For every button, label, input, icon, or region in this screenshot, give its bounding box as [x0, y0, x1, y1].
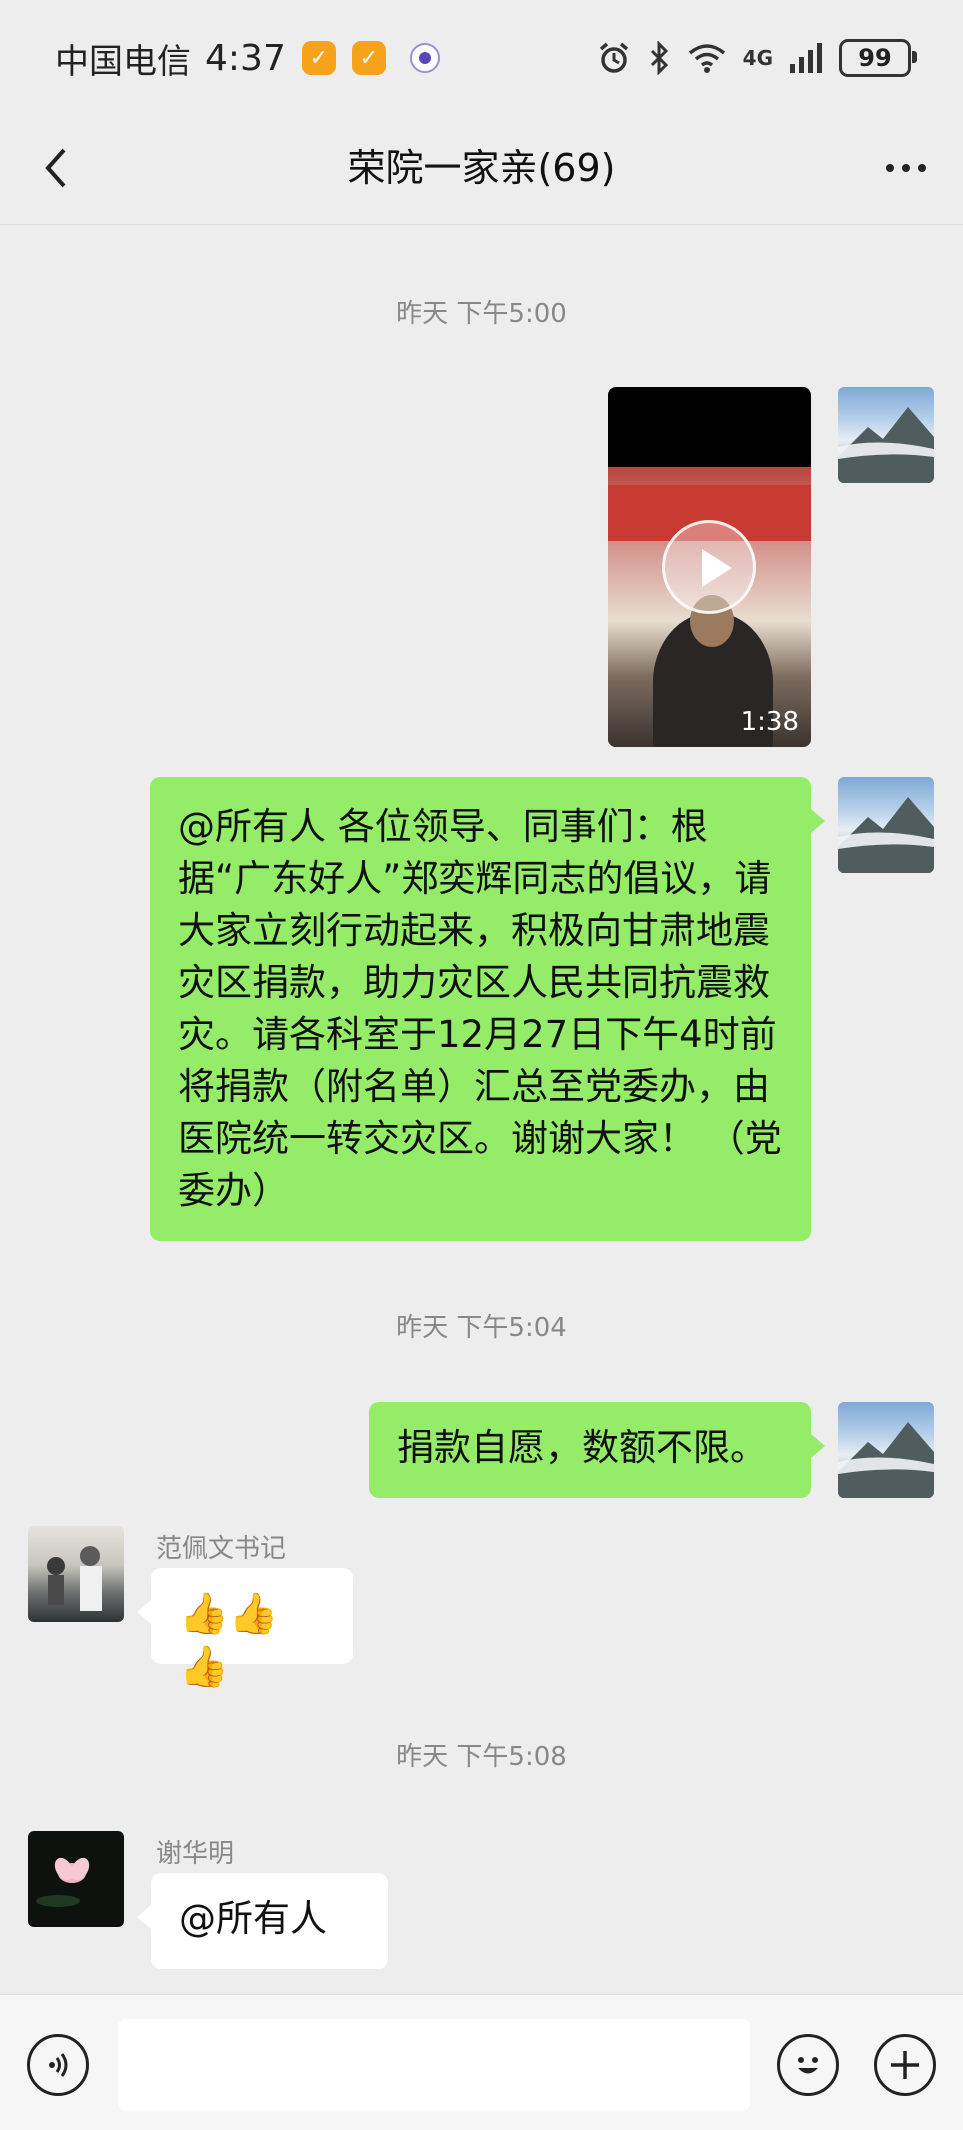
- timestamp: 昨天 下午5:08: [396, 1742, 567, 1772]
- app-notification-icon: ✓: [301, 41, 336, 75]
- status-bar: 中国电信 4:37 ✓ ✓ 4G 99: [0, 0, 963, 112]
- my-avatar[interactable]: [838, 777, 934, 873]
- message-bubble[interactable]: @所有人: [137, 1873, 388, 1969]
- timestamp: 昨天 下午5:04: [396, 1313, 567, 1343]
- more-dot-icon: [918, 164, 926, 172]
- battery-indicator: 99: [839, 39, 917, 77]
- message-bubble[interactable]: @所有人 各位领导、同事们：根据“广东好人”郑奕辉同志的倡议，请大家立刻行动起来…: [150, 777, 825, 1241]
- carrier-label: 中国电信: [55, 41, 191, 82]
- video-message[interactable]: 1:38: [608, 387, 811, 747]
- message-input[interactable]: [118, 2019, 750, 2111]
- sender-name: 范佩文书记: [156, 1534, 287, 1564]
- voice-button[interactable]: [27, 2034, 89, 2096]
- clock: 4:37: [205, 37, 286, 79]
- more-dot-icon: [886, 164, 894, 172]
- play-icon[interactable]: [662, 520, 756, 614]
- message-bubble[interactable]: 捐款自愿，数额不限。: [369, 1402, 825, 1498]
- more-options-button[interactable]: [871, 140, 941, 196]
- message-text: @所有人: [179, 1897, 327, 1940]
- user-avatar[interactable]: [28, 1526, 124, 1622]
- message-text: 捐款自愿，数额不限。: [397, 1426, 767, 1469]
- video-duration: 1:38: [740, 707, 799, 737]
- voice-icon: [49, 2053, 68, 2077]
- camera-notification-icon: [409, 43, 440, 73]
- alarm-icon: [599, 42, 628, 73]
- my-avatar[interactable]: [838, 1402, 934, 1498]
- emoji-button[interactable]: [777, 2034, 839, 2096]
- wifi-icon: [688, 44, 725, 73]
- signal-icon: [790, 43, 822, 73]
- more-functions-button[interactable]: [874, 2034, 936, 2096]
- user-avatar[interactable]: [28, 1831, 124, 1927]
- message-bubble[interactable]: 👍👍👍: [137, 1568, 353, 1690]
- bluetooth-icon: [650, 41, 668, 75]
- more-dot-icon: [902, 164, 910, 172]
- chat-title: 荣院一家亲(69): [347, 146, 616, 190]
- network-type-label: 4G: [742, 46, 773, 70]
- timestamp: 昨天 下午5:00: [396, 299, 567, 329]
- chat-header: 荣院一家亲(69): [0, 112, 963, 225]
- sender-name: 谢华明: [156, 1839, 235, 1869]
- thumbs-up-emoji: 👍👍👍: [179, 1591, 279, 1690]
- input-bar: [0, 1994, 963, 2130]
- my-avatar[interactable]: [838, 387, 934, 483]
- plus-icon: [891, 2051, 919, 2079]
- smiley-icon: [798, 2057, 818, 2074]
- app-notification-icon: ✓: [351, 41, 386, 75]
- message-text: @所有人 各位领导、同事们：根据“广东好人”郑奕辉同志的倡议，请大家立刻行动起来…: [178, 805, 782, 1212]
